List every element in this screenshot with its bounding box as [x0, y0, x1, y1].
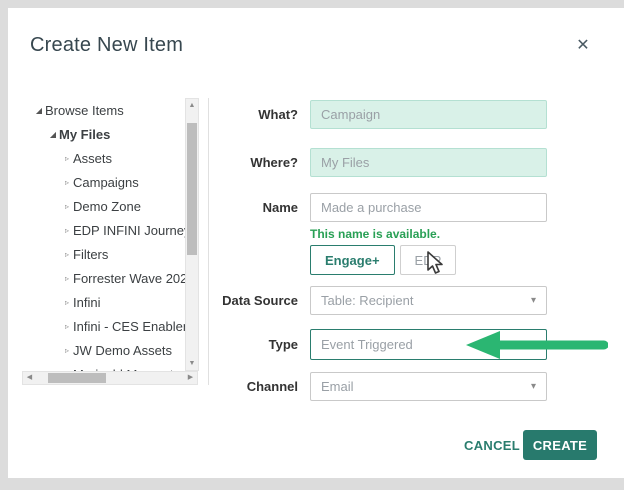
tree-item-forrester-wave-2024[interactable]: ▹ Forrester Wave 2024	[30, 266, 198, 290]
horizontal-scroll-thumb[interactable]	[48, 373, 106, 383]
tree-item-marigold-moments[interactable]: ▹ Marigold Moments	[30, 362, 198, 371]
tree-item-label: Campaigns	[73, 175, 139, 190]
tree-item-label: Demo Zone	[73, 199, 141, 214]
scroll-up-icon[interactable]: ▲	[186, 99, 198, 112]
close-icon[interactable]: ✕	[570, 32, 596, 58]
create-new-item-dialog: Create New Item ✕ ◢ Browse Items ◢ My Fi…	[8, 8, 624, 478]
caret-collapsed-icon[interactable]: ▹	[61, 274, 73, 283]
channel-value: Email	[321, 379, 354, 394]
what-field: Campaign	[310, 100, 547, 129]
tree-item-filters[interactable]: ▹ Filters	[30, 242, 198, 266]
scroll-down-icon[interactable]: ▼	[186, 357, 198, 370]
chevron-down-icon: ▾	[531, 295, 536, 306]
vertical-scroll-thumb[interactable]	[187, 123, 197, 255]
tree-vertical-scrollbar[interactable]: ▲ ▼	[185, 98, 199, 371]
chevron-down-icon: ▾	[531, 381, 536, 392]
browse-items-tree: ◢ Browse Items ◢ My Files ▹ Assets ▹ Cam…	[30, 98, 198, 371]
tree-item-label: Filters	[73, 247, 108, 262]
type-label: Type	[208, 329, 298, 360]
tree-item-my-files[interactable]: ◢ My Files	[30, 122, 198, 146]
tree-item-label: My Files	[59, 127, 110, 142]
name-input[interactable]	[310, 193, 547, 222]
tree-item-edp-infini-journeys[interactable]: ▹ EDP INFINI Journeys	[30, 218, 198, 242]
mouse-cursor-icon	[425, 251, 445, 282]
channel-label: Channel	[208, 372, 298, 401]
tree-horizontal-scrollbar[interactable]: ◀ ▶	[22, 371, 198, 385]
caret-expanded-icon[interactable]: ◢	[47, 130, 59, 139]
where-label: Where?	[208, 148, 298, 177]
data-source-select[interactable]: Table: Recipient ▾	[310, 286, 547, 315]
type-input[interactable]	[310, 329, 547, 360]
tree-item-infini-ces-enablement[interactable]: ▹ Infini - CES Enablement	[30, 314, 198, 338]
tree-item-demo-zone[interactable]: ▹ Demo Zone	[30, 194, 198, 218]
caret-expanded-icon[interactable]: ◢	[33, 106, 45, 115]
caret-collapsed-icon[interactable]: ▹	[61, 226, 73, 235]
page-title: Create New Item	[30, 34, 183, 57]
caret-collapsed-icon[interactable]: ▹	[61, 250, 73, 259]
data-source-value: Table: Recipient	[321, 293, 414, 308]
tree-item-label: Infini - CES Enablement	[73, 319, 198, 334]
tree-item-infini[interactable]: ▹ Infini	[30, 290, 198, 314]
caret-collapsed-icon[interactable]: ▹	[61, 298, 73, 307]
tree-item-label: Infini	[73, 295, 100, 310]
tree-item-label: Browse Items	[45, 103, 124, 118]
tree-item-jw-demo-assets[interactable]: ▹ JW Demo Assets	[30, 338, 198, 362]
where-field: My Files	[310, 148, 547, 177]
tree-item-label: Forrester Wave 2024	[73, 271, 195, 286]
tree-item-label: Assets	[73, 151, 112, 166]
caret-collapsed-icon[interactable]: ▹	[61, 154, 73, 163]
scroll-right-icon[interactable]: ▶	[184, 372, 197, 384]
name-availability-message: This name is available.	[310, 227, 440, 241]
tree-item-campaigns[interactable]: ▹ Campaigns	[30, 170, 198, 194]
engage-plus-button[interactable]: Engage+	[310, 245, 395, 275]
tree-item-label: JW Demo Assets	[73, 343, 172, 358]
tree-item-browse-items[interactable]: ◢ Browse Items	[30, 98, 198, 122]
caret-collapsed-icon[interactable]: ▹	[61, 178, 73, 187]
caret-collapsed-icon[interactable]: ▹	[61, 346, 73, 355]
data-source-label: Data Source	[208, 286, 298, 315]
scroll-left-icon[interactable]: ◀	[23, 372, 36, 384]
caret-collapsed-icon[interactable]: ▹	[61, 202, 73, 211]
channel-select[interactable]: Email ▾	[310, 372, 547, 401]
tree-item-label: EDP INFINI Journeys	[73, 223, 197, 238]
caret-collapsed-icon[interactable]: ▹	[61, 322, 73, 331]
tree-item-assets[interactable]: ▹ Assets	[30, 146, 198, 170]
what-label: What?	[208, 100, 298, 129]
name-label: Name	[208, 193, 298, 222]
create-button[interactable]: CREATE	[523, 430, 597, 460]
